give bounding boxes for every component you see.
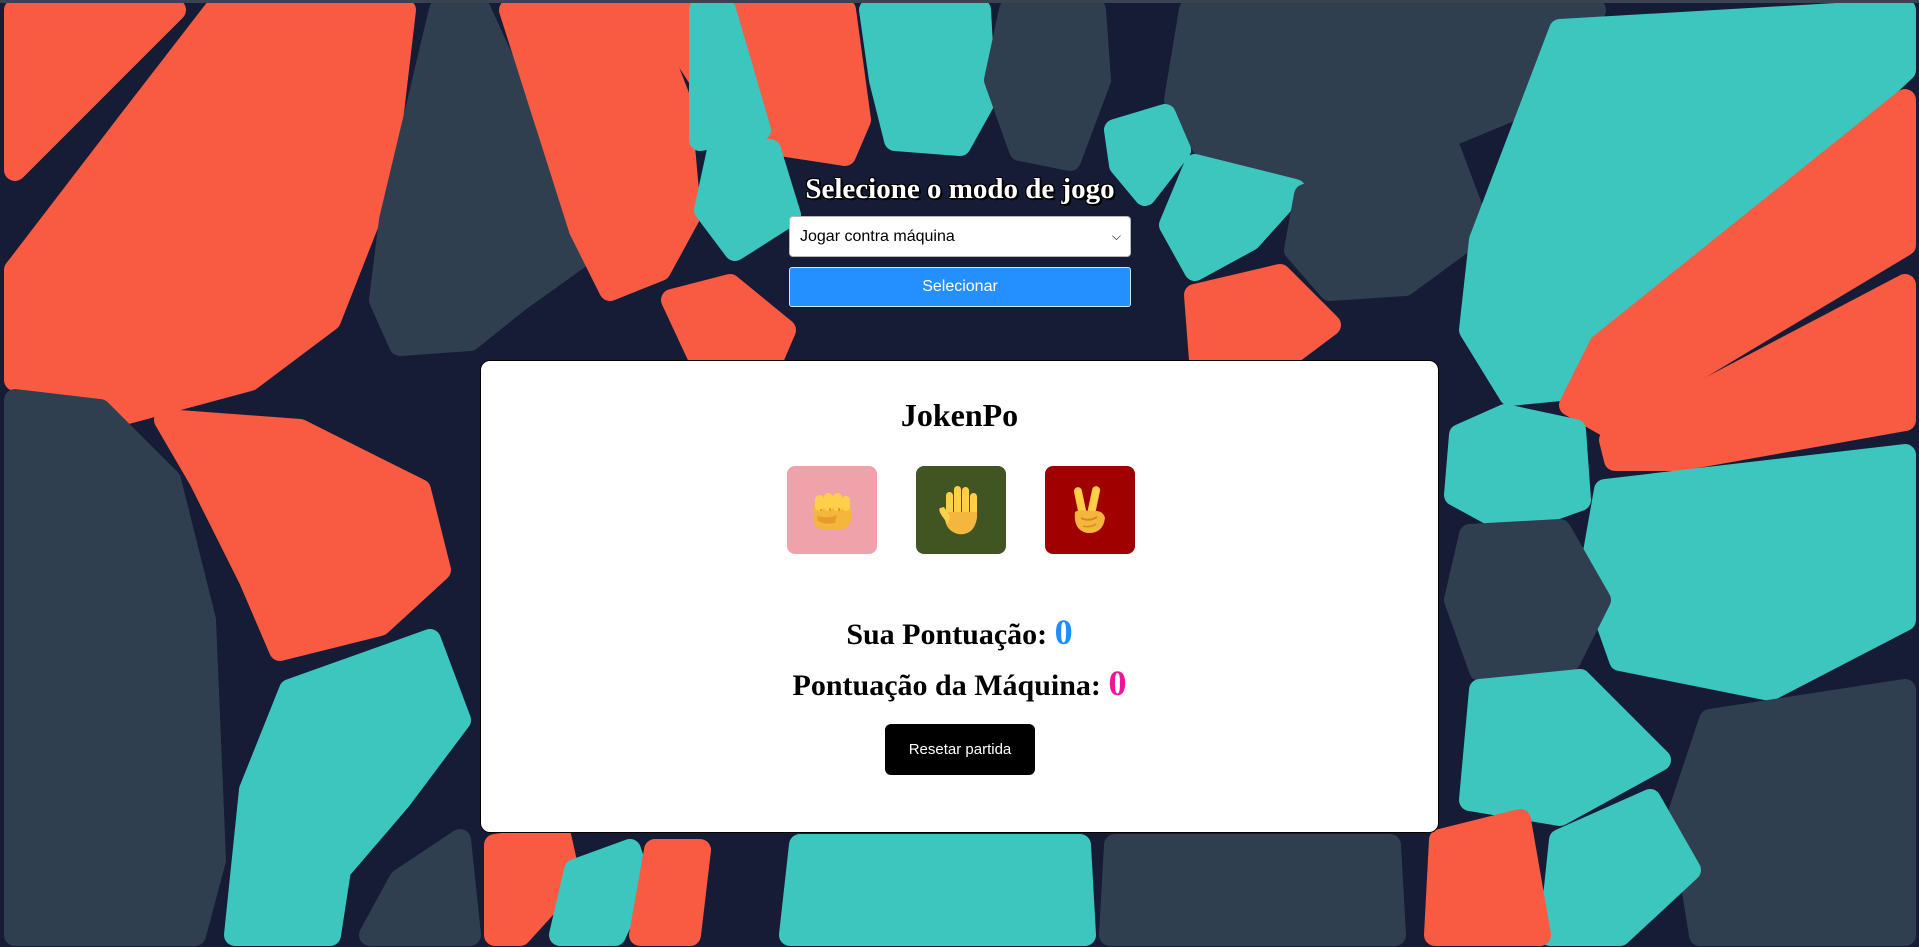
bg-shape (1424, 809, 1551, 946)
game-mode-selected-option: Jogar contra máquina (800, 228, 955, 245)
machine-score-line: Pontuação da Máquina: 0 (481, 662, 1438, 704)
bg-shape (1184, 264, 1341, 371)
player-score-line: Sua Pontuação: 0 (481, 611, 1438, 653)
bg-shape (1669, 679, 1916, 946)
game-mode-select[interactable]: Jogar contra máquina ⌵ (789, 216, 1131, 257)
bg-shape (779, 834, 1096, 946)
bg-shape (694, 139, 801, 261)
bg-shape (1099, 834, 1406, 946)
select-mode-button[interactable]: Selecionar (789, 267, 1131, 307)
game-title: JokenPo (900, 397, 1019, 433)
bg-shape (4, 389, 226, 946)
scissors-choice-button[interactable] (1045, 466, 1135, 554)
bg-shape (359, 829, 481, 946)
game-card: JokenPo Sua Pontuação: 0 Pontuação da Má… (480, 360, 1439, 833)
player-score-value: 0 (1054, 612, 1073, 652)
fist-hand-icon (813, 493, 851, 529)
machine-score-label: Pontuação da Máquina: (792, 669, 1101, 702)
bg-shape (984, 0, 1111, 171)
bg-shape (1459, 669, 1671, 826)
bg-shape (661, 274, 796, 376)
bg-shape (859, 0, 996, 156)
game-mode-panel: Selecione o modo de jogo Jogar contra má… (789, 168, 1131, 307)
bg-shape (1444, 519, 1611, 681)
chevron-down-icon: ⌵ (1111, 229, 1121, 243)
mode-title: Selecione o modo de jogo (805, 173, 1115, 205)
bg-shape (1159, 154, 1306, 281)
player-score-label: Sua Pontuação: (846, 618, 1048, 651)
bg-shape (549, 839, 651, 946)
machine-score-value: 0 (1108, 663, 1127, 703)
rock-choice-button[interactable] (787, 466, 877, 554)
bg-shape (1579, 444, 1916, 701)
bg-shape (1444, 404, 1591, 536)
browser-top-strip (0, 0, 1919, 3)
raised-hand-icon (939, 486, 977, 535)
reset-match-button[interactable]: Resetar partida (885, 724, 1035, 775)
bg-shape (629, 839, 711, 946)
paper-choice-button[interactable] (916, 466, 1006, 554)
victory-hand-icon (1073, 486, 1105, 534)
